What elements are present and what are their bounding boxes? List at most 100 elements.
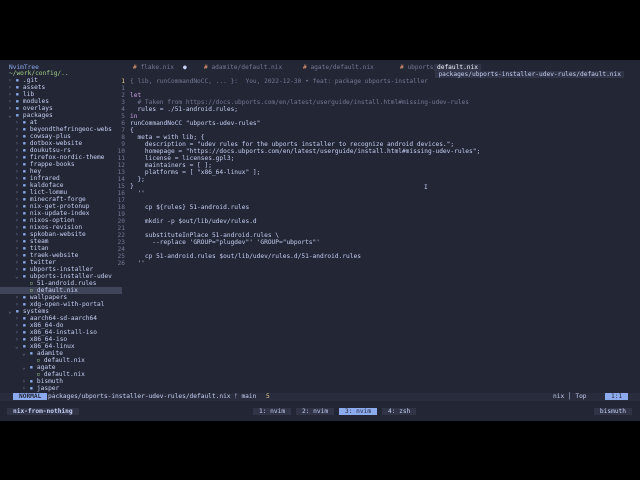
tree-folder[interactable]: ⌄ ▪ ubports-installer-udev [0, 273, 122, 280]
tree-item-label: beyondthefringeoc-webs [29, 126, 112, 133]
code-line: platforms = [ "x86_64-linux" ]; [130, 169, 261, 176]
tree-item-label: ubports-installer [29, 266, 94, 273]
tree-folder[interactable]: › ▪ xdg-open-with-portal [0, 301, 122, 308]
tree-folder[interactable]: › ▪ minecraft-forge [0, 196, 122, 203]
tree-folder[interactable]: ⌄ ▪ x86_64-linux [0, 343, 122, 350]
tree-file[interactable]: ▫ 51-android.rules [0, 280, 122, 287]
folder-icon: ▪ [15, 77, 23, 84]
tree-folder[interactable]: › ▪ traek-website [0, 252, 122, 259]
tree-item-label: default.nix [43, 357, 85, 364]
tree-folder[interactable]: › ▪ overlays [0, 105, 122, 112]
folder-icon: ▪ [22, 217, 30, 224]
folder-icon: ▪ [22, 301, 30, 308]
tab-2[interactable]: # agate/default.nix [303, 64, 374, 71]
line-number: 8 [121, 134, 125, 141]
tree-item-label: nixos-revision [29, 224, 83, 231]
tree-folder[interactable]: › ▪ at [0, 119, 122, 126]
tree-folder[interactable]: › ▪ bismuth [0, 378, 122, 385]
tree-folder[interactable]: › ▪ aarch64-sd-aarch64 [0, 315, 122, 322]
tab-1[interactable]: # adamite/default.nix [204, 64, 282, 71]
folder-icon: ▪ [22, 238, 30, 245]
folder-icon: ▪ [22, 294, 30, 301]
tree-folder[interactable]: › ▪ kaldoface [0, 182, 122, 189]
folder-icon: ▪ [22, 154, 30, 161]
tree-folder[interactable]: › ▪ twitter [0, 259, 122, 266]
tree-folder[interactable]: › ▪ steam [0, 238, 122, 245]
line-number: 1 [121, 85, 125, 92]
code-line: homepage = "https://docs.ubports.com/en/… [130, 148, 481, 155]
line-number: 6 [121, 120, 125, 127]
tree-folder[interactable]: › ▪ x86_64-install-iso [0, 329, 122, 336]
tree-item-label: ubports-installer-udev [29, 273, 112, 280]
folder-icon: ▪ [29, 378, 37, 385]
tab-3[interactable]: # ubports [400, 64, 434, 71]
folder-icon: ▪ [15, 105, 23, 112]
tree-folder[interactable]: › ▪ x86_64-iso [0, 336, 122, 343]
tab-active-default-nix[interactable]: default.nix [434, 64, 481, 71]
tree-file[interactable]: ▫ default.nix [0, 371, 122, 378]
tree-folder[interactable]: › ▪ frappe-books [0, 161, 122, 168]
tree-folder[interactable]: › ▪ spkoban-website [0, 231, 122, 238]
tree-folder[interactable]: › ▪ infrared [0, 175, 122, 182]
line-number: 23 [117, 239, 125, 246]
tree-item-label: hey [29, 168, 42, 175]
line-number: 1 [121, 78, 125, 85]
tree-file[interactable]: ▫ default.nix [0, 357, 122, 364]
tree-item-label: lib [22, 91, 35, 98]
tree-item-label: twitter [29, 259, 56, 266]
tree-folder[interactable]: › ▪ ubports-installer [0, 266, 122, 273]
tree-item-label: wallpapers [29, 294, 68, 301]
code-line: mkdir -p $out/lib/udev/rules.d [130, 218, 257, 225]
tree-folder[interactable]: › ▪ hey [0, 168, 122, 175]
tree-folder[interactable]: › ▪ lib [0, 91, 122, 98]
tree-item-label: bismuth [36, 378, 63, 385]
folder-icon: ▪ [22, 175, 30, 182]
tree-folder[interactable]: › ▪ x86_64-do [0, 322, 122, 329]
tree-folder[interactable]: › ▪ titan [0, 245, 122, 252]
tree-folder[interactable]: › ▪ nixos-option [0, 217, 122, 224]
code-line: }; [130, 176, 145, 183]
tree-item-label: frappe-books [29, 161, 75, 168]
tree-folder[interactable]: ⌄ ▪ systems [0, 308, 122, 315]
tmux-window-1[interactable]: 1: nvim [253, 408, 292, 415]
tree-folder[interactable]: › ▪ dotbox-website [0, 140, 122, 147]
tree-folder[interactable]: › ▪ assets [0, 84, 122, 91]
folder-icon: ▪ [22, 189, 30, 196]
tree-folder[interactable]: ⌄ ▪ packages [0, 112, 122, 119]
tmux-window-3[interactable]: 3: nvim [339, 408, 378, 415]
folder-icon: ▪ [29, 350, 37, 357]
tree-item-label: nix-update-index [29, 210, 90, 217]
tree-folder[interactable]: › ▪ doukutsu-rs [0, 147, 122, 154]
tree-folder[interactable]: › ▪ modules [0, 98, 122, 105]
tree-folder[interactable]: › ▪ beyondthefringeoc-webs [0, 126, 122, 133]
folder-icon: ▪ [22, 147, 30, 154]
folder-icon: ▪ [22, 273, 30, 280]
line-number: 2 [121, 92, 125, 99]
tree-folder[interactable]: › ▪ jasper [0, 385, 122, 392]
tree-folder[interactable]: › ▪ wallpapers [0, 294, 122, 301]
tmux-window-4[interactable]: 4: zsh [382, 408, 417, 415]
tree-item-label: steam [29, 238, 49, 245]
tree-folder[interactable]: › ▪ .git [0, 77, 122, 84]
tree-folder[interactable]: › ▪ nix-update-index [0, 210, 122, 217]
tree-item-label: minecraft-forge [29, 196, 86, 203]
tree-item-label: agate [36, 364, 56, 371]
tree-folder[interactable]: ⌄ ▪ agate [0, 364, 122, 371]
file-tree: ~/work/config/.. › ▪ .git › ▪ assets › ▪ l… [0, 70, 122, 404]
tab-0[interactable]: # flake.nix [133, 64, 174, 71]
tree-folder[interactable]: ⌄ ▪ adamite [0, 350, 122, 357]
tree-item-label: x86_64-install-iso [29, 329, 97, 336]
mode-indicator: NORMAL [13, 393, 48, 400]
tree-folder[interactable]: › ▪ firefox-nordic-theme [0, 154, 122, 161]
tree-folder[interactable]: › ▪ lict-lommu [0, 189, 122, 196]
tree-folder[interactable]: › ▪ nix-get-protonup [0, 203, 122, 210]
line-number: 3 [121, 99, 125, 106]
tree-folder[interactable]: › ▪ nixos-revision [0, 224, 122, 231]
folder-icon: ▪ [15, 98, 23, 105]
tree-item-label: xdg-open-with-portal [29, 301, 105, 308]
tree-item-label: modules [22, 98, 49, 105]
tree-folder[interactable]: › ▪ cowsay-plus [0, 133, 122, 140]
tree-file[interactable]: ▫ default.nix [0, 287, 122, 294]
tree-item-label: aarch64-sd-aarch64 [29, 315, 97, 322]
tmux-window-2[interactable]: 2: nvim [296, 408, 335, 415]
